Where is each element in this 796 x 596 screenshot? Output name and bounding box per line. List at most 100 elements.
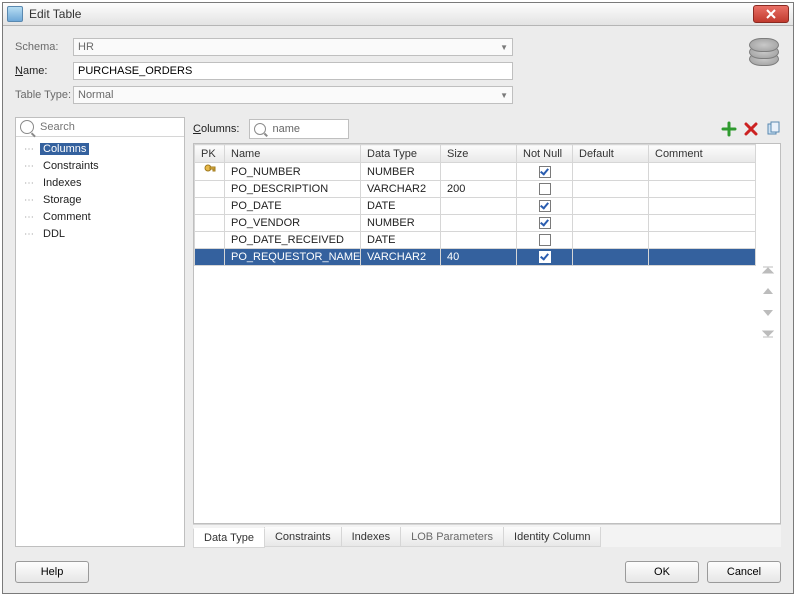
col-comment[interactable]: Comment [649, 145, 756, 163]
cell-size[interactable] [441, 163, 517, 181]
cell-default[interactable] [573, 198, 649, 215]
cell-pk[interactable] [195, 181, 225, 198]
cell-comment[interactable] [649, 181, 756, 198]
sidebar-item-comment[interactable]: ⋯Comment [22, 209, 182, 225]
schema-select[interactable]: HR ▼ [73, 38, 513, 56]
cell-pk[interactable] [195, 215, 225, 232]
cell-datatype[interactable]: DATE [361, 232, 441, 249]
move-bottom-button[interactable] [760, 324, 776, 340]
table-row[interactable]: PO_DATE_RECEIVEDDATE [195, 232, 756, 249]
tab-lob-parameters: LOB Parameters [400, 527, 504, 547]
cell-datatype[interactable]: NUMBER [361, 215, 441, 232]
cell-default[interactable] [573, 215, 649, 232]
app-icon [7, 6, 23, 22]
columns-search[interactable] [249, 119, 349, 139]
cell-default[interactable] [573, 181, 649, 198]
table-row[interactable]: PO_VENDORNUMBER [195, 215, 756, 232]
table-row[interactable]: PO_DATEDATE [195, 198, 756, 215]
cell-size[interactable]: 40 [441, 249, 517, 266]
notnull-checkbox[interactable] [539, 217, 551, 229]
cell-default[interactable] [573, 249, 649, 266]
cell-pk[interactable] [195, 249, 225, 266]
close-button[interactable] [753, 5, 789, 23]
cell-size[interactable] [441, 232, 517, 249]
cell-notnull[interactable] [517, 249, 573, 266]
row-reorder-controls [758, 164, 778, 521]
tab-data-type[interactable]: Data Type [193, 528, 265, 548]
notnull-checkbox[interactable] [539, 251, 551, 263]
notnull-checkbox[interactable] [539, 234, 551, 246]
cell-default[interactable] [573, 163, 649, 181]
notnull-checkbox[interactable] [539, 183, 551, 195]
cancel-button[interactable]: Cancel [707, 561, 781, 583]
cell-notnull[interactable] [517, 181, 573, 198]
close-icon [766, 9, 776, 19]
tab-constraints[interactable]: Constraints [264, 527, 342, 547]
cell-notnull[interactable] [517, 163, 573, 181]
cell-name[interactable]: PO_VENDOR [225, 215, 361, 232]
cell-comment[interactable] [649, 163, 756, 181]
tabletype-select[interactable]: Normal ▼ [73, 86, 513, 104]
columns-search-input[interactable] [270, 122, 334, 136]
move-top-button[interactable] [760, 264, 776, 280]
notnull-checkbox[interactable] [539, 166, 551, 178]
tree-dots-icon: ⋯ [24, 178, 40, 189]
move-up-button[interactable] [760, 284, 776, 300]
ok-button[interactable]: OK [625, 561, 699, 583]
table-row[interactable]: PO_NUMBERNUMBER [195, 163, 756, 181]
cell-name[interactable]: PO_NUMBER [225, 163, 361, 181]
sidebar-tree: ⋯Columns⋯Constraints⋯Indexes⋯Storage⋯Com… [16, 137, 184, 546]
tab-identity-column[interactable]: Identity Column [503, 527, 601, 547]
cell-datatype[interactable]: DATE [361, 198, 441, 215]
tab-indexes[interactable]: Indexes [341, 527, 402, 547]
col-pk[interactable]: PK [195, 145, 225, 163]
cell-comment[interactable] [649, 249, 756, 266]
columns-grid[interactable]: PK Name Data Type Size Not Null Default … [194, 144, 756, 266]
sidebar-item-storage[interactable]: ⋯Storage [22, 192, 182, 208]
sidebar-item-columns[interactable]: ⋯Columns [22, 141, 182, 157]
cell-name[interactable]: PO_DATE_RECEIVED [225, 232, 361, 249]
cell-datatype[interactable]: VARCHAR2 [361, 181, 441, 198]
copy-icon [765, 121, 781, 137]
cell-pk[interactable] [195, 163, 225, 181]
detail-tabs: Data TypeConstraintsIndexesLOB Parameter… [193, 524, 781, 547]
sidebar-search[interactable] [16, 118, 184, 137]
col-size[interactable]: Size [441, 145, 517, 163]
table-row[interactable]: PO_REQUESTOR_NAMEVARCHAR240 [195, 249, 756, 266]
add-column-button[interactable] [721, 121, 737, 137]
sidebar-item-ddl[interactable]: ⋯DDL [22, 226, 182, 242]
table-row[interactable]: PO_DESCRIPTIONVARCHAR2200 [195, 181, 756, 198]
notnull-checkbox[interactable] [539, 200, 551, 212]
cell-datatype[interactable]: NUMBER [361, 163, 441, 181]
cell-notnull[interactable] [517, 215, 573, 232]
col-notnull[interactable]: Not Null [517, 145, 573, 163]
cell-default[interactable] [573, 232, 649, 249]
cell-name[interactable]: PO_DESCRIPTION [225, 181, 361, 198]
copy-column-button[interactable] [765, 121, 781, 137]
tabletype-value: Normal [78, 89, 113, 101]
col-default[interactable]: Default [573, 145, 649, 163]
col-datatype[interactable]: Data Type [361, 145, 441, 163]
cell-name[interactable]: PO_DATE [225, 198, 361, 215]
cell-name[interactable]: PO_REQUESTOR_NAME [225, 249, 361, 266]
cell-comment[interactable] [649, 198, 756, 215]
sidebar-item-indexes[interactable]: ⋯Indexes [22, 175, 182, 191]
move-down-button[interactable] [760, 304, 776, 320]
help-button[interactable]: Help [15, 561, 89, 583]
cell-notnull[interactable] [517, 198, 573, 215]
name-input[interactable] [73, 62, 513, 80]
col-name[interactable]: Name [225, 145, 361, 163]
cell-comment[interactable] [649, 232, 756, 249]
cell-pk[interactable] [195, 198, 225, 215]
cell-notnull[interactable] [517, 232, 573, 249]
cell-pk[interactable] [195, 232, 225, 249]
cell-size[interactable] [441, 215, 517, 232]
remove-column-button[interactable] [743, 121, 759, 137]
sidebar-search-input[interactable] [38, 120, 162, 134]
sidebar-item-constraints[interactable]: ⋯Constraints [22, 158, 182, 174]
cell-datatype[interactable]: VARCHAR2 [361, 249, 441, 266]
cell-comment[interactable] [649, 215, 756, 232]
cell-size[interactable]: 200 [441, 181, 517, 198]
cell-size[interactable] [441, 198, 517, 215]
button-bar: Help OK Cancel [3, 553, 793, 593]
